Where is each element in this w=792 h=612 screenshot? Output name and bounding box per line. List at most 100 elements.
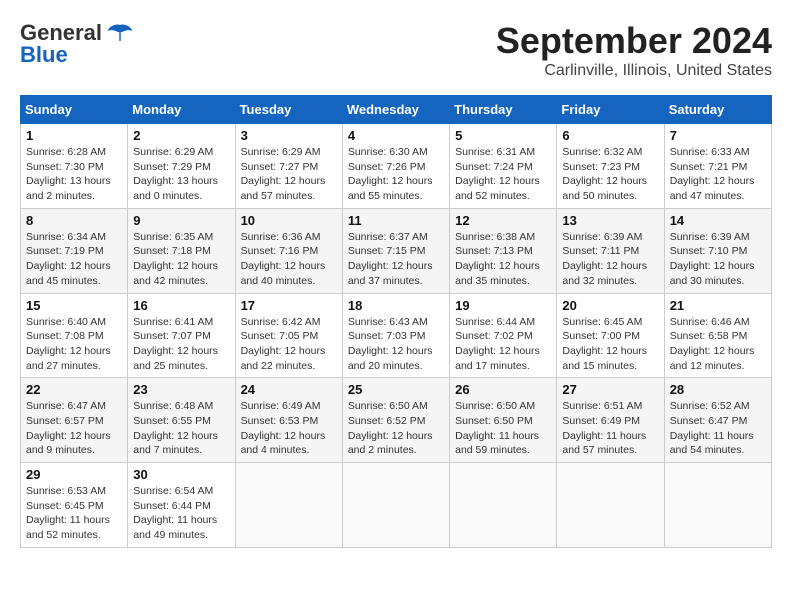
- day-info: Sunrise: 6:32 AMSunset: 7:23 PMDaylight:…: [562, 145, 658, 204]
- calendar-cell: 4 Sunrise: 6:30 AMSunset: 7:26 PMDaylight…: [342, 124, 449, 209]
- day-number: 7: [670, 128, 766, 143]
- calendar-cell: [450, 463, 557, 548]
- calendar-cell: 28Sunrise: 6:52 AMSunset: 6:47 PMDayligh…: [664, 378, 771, 463]
- day-number: 29: [26, 467, 122, 482]
- day-number: 13: [562, 213, 658, 228]
- calendar-cell: 18 Sunrise: 6:43 AMSunset: 7:03 PMDayligh…: [342, 293, 449, 378]
- col-header-tuesday: Tuesday: [235, 96, 342, 124]
- calendar-cell: 3 Sunrise: 6:29 AMSunset: 7:27 PMDaylight…: [235, 124, 342, 209]
- calendar-cell: 16 Sunrise: 6:41 AMSunset: 7:07 PMDayligh…: [128, 293, 235, 378]
- day-info: Sunrise: 6:50 AMSunset: 6:52 PMDaylight:…: [348, 399, 444, 458]
- calendar-cell: 5 Sunrise: 6:31 AMSunset: 7:24 PMDaylight…: [450, 124, 557, 209]
- day-number: 18: [348, 298, 444, 313]
- day-number: 22: [26, 382, 122, 397]
- calendar-cell: [342, 463, 449, 548]
- day-info: Sunrise: 6:45 AMSunset: 7:00 PMDaylight:…: [562, 315, 658, 374]
- day-info: Sunrise: 6:41 AMSunset: 7:07 PMDaylight:…: [133, 315, 229, 374]
- calendar-cell: [664, 463, 771, 548]
- day-info: Sunrise: 6:51 AMSunset: 6:49 PMDaylight:…: [562, 399, 658, 458]
- day-number: 25: [348, 382, 444, 397]
- calendar-cell: 12 Sunrise: 6:38 AMSunset: 7:13 PMDayligh…: [450, 208, 557, 293]
- day-number: 19: [455, 298, 551, 313]
- calendar-cell: 13 Sunrise: 6:39 AMSunset: 7:11 PMDayligh…: [557, 208, 664, 293]
- day-number: 5: [455, 128, 551, 143]
- calendar-cell: 11 Sunrise: 6:37 AMSunset: 7:15 PMDayligh…: [342, 208, 449, 293]
- day-info: Sunrise: 6:30 AMSunset: 7:26 PMDaylight:…: [348, 145, 444, 204]
- col-header-friday: Friday: [557, 96, 664, 124]
- calendar-cell: [235, 463, 342, 548]
- calendar-cell: 8Sunrise: 6:34 AMSunset: 7:19 PMDaylight…: [21, 208, 128, 293]
- day-info: Sunrise: 6:29 AMSunset: 7:27 PMDaylight:…: [241, 145, 337, 204]
- calendar-week-1: 1Sunrise: 6:28 AMSunset: 7:30 PMDaylight…: [21, 124, 772, 209]
- day-number: 16: [133, 298, 229, 313]
- calendar-cell: 17 Sunrise: 6:42 AMSunset: 7:05 PMDayligh…: [235, 293, 342, 378]
- day-info: Sunrise: 6:39 AMSunset: 7:10 PMDaylight:…: [670, 230, 766, 289]
- col-header-saturday: Saturday: [664, 96, 771, 124]
- day-number: 15: [26, 298, 122, 313]
- calendar-cell: 7Sunrise: 6:33 AMSunset: 7:21 PMDaylight…: [664, 124, 771, 209]
- day-number: 2: [133, 128, 229, 143]
- calendar-cell: 24 Sunrise: 6:49 AMSunset: 6:53 PMDayligh…: [235, 378, 342, 463]
- calendar-cell: 14 Sunrise: 6:39 AMSunset: 7:10 PMDayligh…: [664, 208, 771, 293]
- page-header: General Blue September 2024 Carlinville,…: [20, 20, 772, 80]
- day-info: Sunrise: 6:31 AMSunset: 7:24 PMDaylight:…: [455, 145, 551, 204]
- col-header-monday: Monday: [128, 96, 235, 124]
- calendar-cell: 29 Sunrise: 6:53 AMSunset: 6:45 PMDayligh…: [21, 463, 128, 548]
- day-info: Sunrise: 6:46 AMSunset: 6:58 PMDaylight:…: [670, 315, 766, 374]
- day-info: Sunrise: 6:54 AMSunset: 6:44 PMDaylight:…: [133, 484, 229, 543]
- day-info: Sunrise: 6:29 AMSunset: 7:29 PMDaylight:…: [133, 145, 229, 204]
- day-info: Sunrise: 6:44 AMSunset: 7:02 PMDaylight:…: [455, 315, 551, 374]
- calendar-cell: 27Sunrise: 6:51 AMSunset: 6:49 PMDayligh…: [557, 378, 664, 463]
- calendar-cell: 23 Sunrise: 6:48 AMSunset: 6:55 PMDayligh…: [128, 378, 235, 463]
- day-info: Sunrise: 6:38 AMSunset: 7:13 PMDaylight:…: [455, 230, 551, 289]
- day-info: Sunrise: 6:36 AMSunset: 7:16 PMDaylight:…: [241, 230, 337, 289]
- day-number: 10: [241, 213, 337, 228]
- col-header-sunday: Sunday: [21, 96, 128, 124]
- calendar-cell: 9 Sunrise: 6:35 AMSunset: 7:18 PMDaylight…: [128, 208, 235, 293]
- calendar-cell: 25 Sunrise: 6:50 AMSunset: 6:52 PMDayligh…: [342, 378, 449, 463]
- calendar-cell: 15 Sunrise: 6:40 AMSunset: 7:08 PMDayligh…: [21, 293, 128, 378]
- day-info: Sunrise: 6:49 AMSunset: 6:53 PMDaylight:…: [241, 399, 337, 458]
- subtitle: Carlinville, Illinois, United States: [496, 62, 772, 80]
- calendar-week-2: 8Sunrise: 6:34 AMSunset: 7:19 PMDaylight…: [21, 208, 772, 293]
- day-number: 14: [670, 213, 766, 228]
- day-number: 20: [562, 298, 658, 313]
- day-number: 8: [26, 213, 122, 228]
- logo-text-blue: Blue: [20, 42, 68, 68]
- day-info: Sunrise: 6:39 AMSunset: 7:11 PMDaylight:…: [562, 230, 658, 289]
- day-number: 3: [241, 128, 337, 143]
- day-number: 11: [348, 213, 444, 228]
- day-info: Sunrise: 6:50 AMSunset: 6:50 PMDaylight:…: [455, 399, 551, 458]
- day-number: 1: [26, 128, 122, 143]
- col-header-wednesday: Wednesday: [342, 96, 449, 124]
- calendar-header-row: SundayMondayTuesdayWednesdayThursdayFrid…: [21, 96, 772, 124]
- calendar-cell: 2 Sunrise: 6:29 AMSunset: 7:29 PMDaylight…: [128, 124, 235, 209]
- day-info: Sunrise: 6:48 AMSunset: 6:55 PMDaylight:…: [133, 399, 229, 458]
- day-info: Sunrise: 6:37 AMSunset: 7:15 PMDaylight:…: [348, 230, 444, 289]
- calendar-cell: 6Sunrise: 6:32 AMSunset: 7:23 PMDaylight…: [557, 124, 664, 209]
- day-number: 12: [455, 213, 551, 228]
- day-number: 9: [133, 213, 229, 228]
- logo-bird-icon: [106, 23, 134, 43]
- day-info: Sunrise: 6:40 AMSunset: 7:08 PMDaylight:…: [26, 315, 122, 374]
- col-header-thursday: Thursday: [450, 96, 557, 124]
- calendar-cell: 20 Sunrise: 6:45 AMSunset: 7:00 PMDayligh…: [557, 293, 664, 378]
- calendar-cell: 22 Sunrise: 6:47 AMSunset: 6:57 PMDayligh…: [21, 378, 128, 463]
- day-info: Sunrise: 6:42 AMSunset: 7:05 PMDaylight:…: [241, 315, 337, 374]
- main-title: September 2024: [496, 20, 772, 62]
- day-info: Sunrise: 6:47 AMSunset: 6:57 PMDaylight:…: [26, 399, 122, 458]
- logo: General Blue: [20, 20, 134, 68]
- day-info: Sunrise: 6:43 AMSunset: 7:03 PMDaylight:…: [348, 315, 444, 374]
- day-number: 24: [241, 382, 337, 397]
- day-number: 23: [133, 382, 229, 397]
- calendar-cell: [557, 463, 664, 548]
- title-section: September 2024 Carlinville, Illinois, Un…: [496, 20, 772, 80]
- day-info: Sunrise: 6:52 AMSunset: 6:47 PMDaylight:…: [670, 399, 766, 458]
- calendar-cell: 21Sunrise: 6:46 AMSunset: 6:58 PMDayligh…: [664, 293, 771, 378]
- day-number: 4: [348, 128, 444, 143]
- day-info: Sunrise: 6:35 AMSunset: 7:18 PMDaylight:…: [133, 230, 229, 289]
- day-number: 17: [241, 298, 337, 313]
- calendar-week-3: 15 Sunrise: 6:40 AMSunset: 7:08 PMDayligh…: [21, 293, 772, 378]
- day-info: Sunrise: 6:53 AMSunset: 6:45 PMDaylight:…: [26, 484, 122, 543]
- calendar-cell: 26Sunrise: 6:50 AMSunset: 6:50 PMDayligh…: [450, 378, 557, 463]
